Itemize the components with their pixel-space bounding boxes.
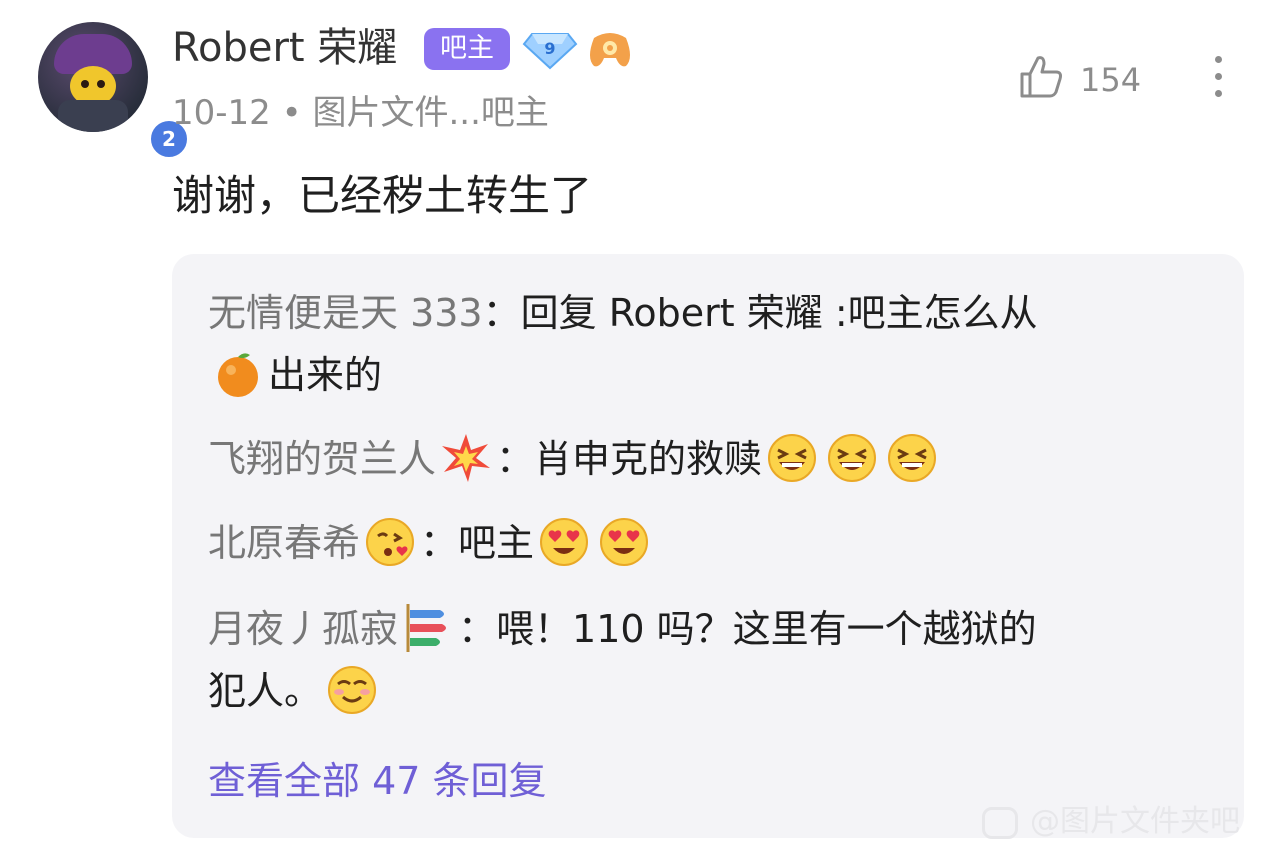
reply-text: 肖申克的救赎 [534,437,763,481]
carp-streamer-icon [406,603,447,652]
collision-icon [442,433,491,482]
reply-username[interactable]: 无情便是天 333 [208,291,483,335]
watermark-logo-icon [982,806,1018,839]
heart-eyes-emoji [600,517,649,566]
reply-text-continued: 出来的 [268,353,383,397]
heart-eyes-emoji [540,517,589,566]
grinning-squint-emoji [828,433,877,482]
kissing-heart-emoji [366,517,415,566]
comment-meta: 10-12 • 图片文件...吧主 [172,93,549,133]
smiling-blush-emoji [328,665,377,714]
gamepad-icon [590,33,630,67]
more-options-icon[interactable] [1204,52,1232,102]
reply-text: 吧主 [458,521,535,565]
tangerine-emoji [218,352,258,397]
avatar-image [38,22,148,132]
reply-username[interactable]: 飞翔的贺兰人 [208,437,436,481]
diamond-level-text: 9 [544,39,555,58]
reply-username[interactable]: 北原春希 [208,521,360,565]
reply-item[interactable]: 月夜丿孤寂 ：喂！110 吗？这里有一个越狱的 犯人。 [208,598,1208,722]
grinning-squint-emoji [888,433,937,482]
reply-separator: ： [458,607,497,651]
watermark: @图片文件夹吧 [982,800,1284,844]
reply-separator: ： [482,291,521,335]
reply-preview-box[interactable]: 无情便是天 333：回复 Robert 荣耀 :吧主怎么从 出来的 飞翔的贺兰人… [172,254,1244,838]
reply-text-continued: 犯人。 [208,669,323,713]
reply-text: 喂！110 吗？这里有一个越狱的 [496,607,1037,651]
view-all-replies-link[interactable]: 查看全部 47 条回复 [208,754,547,808]
reply-username[interactable]: 月夜丿孤寂 [208,607,398,651]
comment-username[interactable]: Robert 荣耀 [172,22,397,74]
watermark-text: @图片文件夹吧 [1030,804,1240,839]
reply-item[interactable]: 无情便是天 333：回复 Robert 荣耀 :吧主怎么从 出来的 [208,282,1208,406]
reply-separator: ： [420,521,459,565]
like-count: 154 [1080,61,1142,99]
owner-tag: 吧主 [424,28,510,70]
reply-item[interactable]: 飞翔的贺兰人 ：肖申克的救赎 [208,428,1208,490]
comment-text: 谢谢，已经秽土转生了 [172,171,593,220]
grinning-squint-emoji [768,433,817,482]
thumbs-up-icon[interactable] [1016,52,1066,102]
user-avatar[interactable]: 2 [38,22,190,160]
reply-text: 回复 Robert 荣耀 :吧主怎么从 [520,291,1038,335]
diamond-level-badge: 9 [522,33,578,70]
reply-separator: ： [496,437,535,481]
reply-item[interactable]: 北原春希 ：吧主 [208,512,1208,574]
